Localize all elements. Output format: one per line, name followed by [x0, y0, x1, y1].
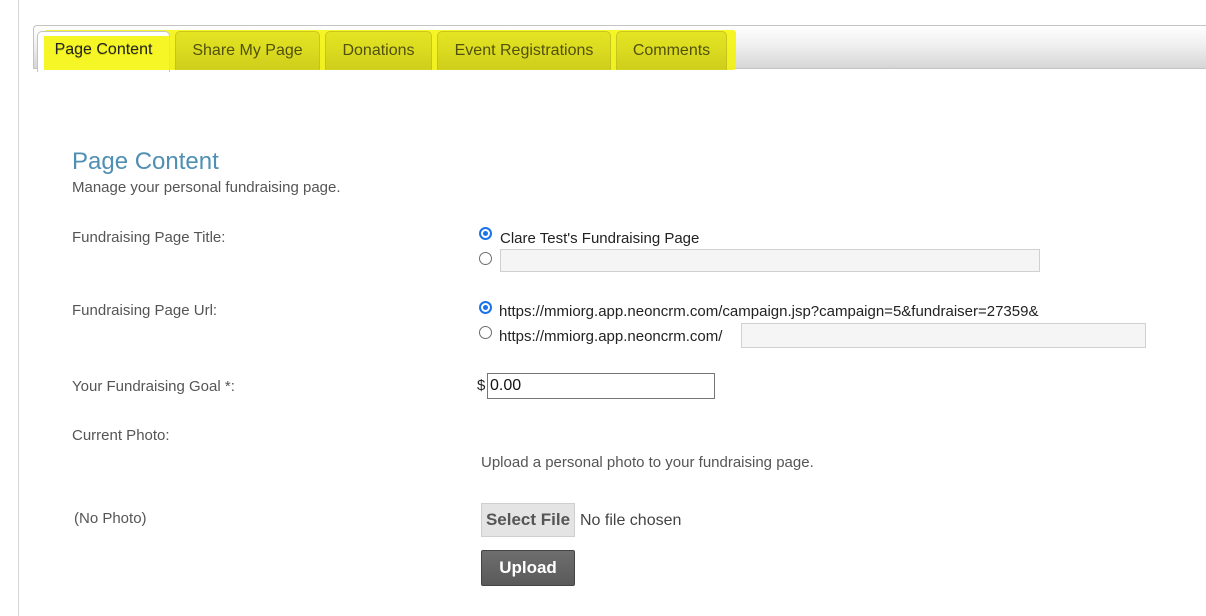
tab-label: Event Registrations: [454, 42, 594, 59]
photo-help-text: Upload a personal photo to your fundrais…: [481, 454, 814, 471]
url-label: Fundraising Page Url:: [72, 302, 218, 319]
tab-label: Donations: [342, 42, 415, 59]
page-left-border: [18, 0, 19, 616]
tab-comments[interactable]: Comments: [616, 31, 727, 70]
tab-label: Share My Page: [192, 42, 303, 59]
tab-label: Comments: [632, 42, 711, 59]
goal-label: Your Fundraising Goal *:: [72, 378, 235, 395]
page-subtitle: Manage your personal fundraising page.: [72, 179, 341, 196]
photo-status: (No Photo): [74, 510, 147, 527]
photo-label: Current Photo:: [72, 427, 170, 444]
title-default-radio[interactable]: [479, 227, 492, 240]
url-default-radio[interactable]: [479, 301, 492, 314]
tab-event-registrations[interactable]: Event Registrations: [437, 31, 611, 70]
currency-symbol: $: [477, 377, 486, 394]
tab-label: Page Content: [54, 42, 153, 59]
url-custom-input[interactable]: [741, 323, 1146, 348]
title-label: Fundraising Page Title:: [72, 229, 226, 246]
tab-page-content[interactable]: Page Content: [37, 31, 170, 72]
upload-button[interactable]: Upload: [481, 550, 575, 586]
tab-share-my-page[interactable]: Share My Page: [175, 31, 320, 70]
title-custom-input[interactable]: [500, 249, 1040, 272]
select-file-button[interactable]: Select File: [481, 503, 575, 537]
tab-donations[interactable]: Donations: [325, 31, 432, 70]
title-custom-radio[interactable]: [479, 252, 492, 265]
url-custom-radio[interactable]: [479, 326, 492, 339]
title-default-text: Clare Test's Fundraising Page: [500, 230, 700, 247]
page-title: Page Content: [72, 148, 219, 175]
no-file-chosen-text: No file chosen: [580, 512, 682, 529]
goal-input[interactable]: [487, 373, 715, 399]
url-default-text: https://mmiorg.app.neoncrm.com/campaign.…: [499, 303, 1039, 320]
url-custom-prefix: https://mmiorg.app.neoncrm.com/: [499, 328, 723, 345]
